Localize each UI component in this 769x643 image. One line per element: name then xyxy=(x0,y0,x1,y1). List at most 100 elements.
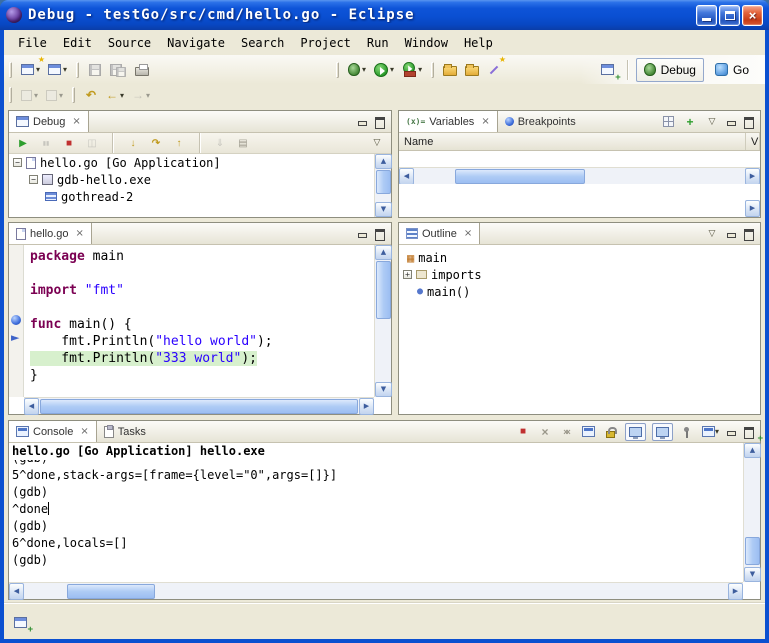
toolbar-drag-handle[interactable] xyxy=(9,62,12,78)
save-all-button[interactable] xyxy=(106,58,131,82)
maximize-view-icon[interactable] xyxy=(743,427,754,437)
show-stderr-button[interactable] xyxy=(652,423,673,441)
tree-row[interactable]: ▦ main xyxy=(399,249,760,266)
outline-tree[interactable]: ▦ main + imports ● main() xyxy=(399,245,760,414)
minimize-view-icon[interactable] xyxy=(726,427,737,437)
pin-console-button[interactable] xyxy=(679,423,695,441)
menu-project[interactable]: Project xyxy=(292,32,359,54)
external-tools-button[interactable]: ▾ xyxy=(398,58,426,82)
new-launch-button[interactable]: ▾ xyxy=(44,58,71,82)
menu-source[interactable]: Source xyxy=(100,32,159,54)
tab-hello-go[interactable]: hello.go × xyxy=(9,223,92,244)
disconnect-button[interactable]: ◫ xyxy=(84,134,100,152)
close-tab-icon[interactable]: × xyxy=(72,116,80,127)
collapse-expander-icon[interactable]: − xyxy=(29,175,38,184)
minimize-button[interactable] xyxy=(696,5,717,26)
open-perspective-button[interactable]: + xyxy=(597,58,619,82)
clear-console-button[interactable] xyxy=(581,423,597,441)
menu-window[interactable]: Window xyxy=(397,32,456,54)
console-hscrollbar[interactable]: ◀ ▶ xyxy=(9,582,743,599)
save-button[interactable] xyxy=(84,58,106,82)
outline-view-menu-button[interactable]: ▽ xyxy=(704,225,720,243)
tree-row[interactable]: + imports xyxy=(399,266,760,283)
previous-annotation-button[interactable]: ▾ xyxy=(42,83,67,107)
remove-all-launches-button[interactable]: ×× xyxy=(559,423,575,441)
import-button[interactable] xyxy=(461,58,483,82)
search-button[interactable]: ★ xyxy=(483,58,505,82)
remove-launch-button[interactable]: × xyxy=(537,423,553,441)
resume-button[interactable]: ▶ xyxy=(15,134,31,152)
scrollbar-thumb[interactable] xyxy=(67,584,155,599)
scroll-left-button[interactable]: ◀ xyxy=(24,398,39,415)
console-vscrollbar[interactable]: ▲ ▼ xyxy=(743,443,760,582)
menu-navigate[interactable]: Navigate xyxy=(159,32,233,54)
step-return-button[interactable]: ↑ xyxy=(171,134,187,152)
perspective-debug-button[interactable]: Debug xyxy=(636,58,704,82)
maximize-button[interactable] xyxy=(719,5,740,26)
maximize-view-icon[interactable] xyxy=(743,117,754,127)
tab-tasks[interactable]: Tasks xyxy=(97,421,153,442)
next-annotation-button[interactable]: ▾ xyxy=(17,83,42,107)
scrollbar-thumb[interactable] xyxy=(40,399,358,414)
tree-row[interactable]: gothread-2 xyxy=(9,188,374,205)
terminate-button[interactable]: ■ xyxy=(61,134,77,152)
minimize-view-icon[interactable] xyxy=(726,117,737,127)
tree-row[interactable]: ● main() xyxy=(399,283,760,300)
menu-run[interactable]: Run xyxy=(359,32,397,54)
scroll-down-button[interactable]: ▼ xyxy=(744,567,761,582)
tab-debug[interactable]: Debug × xyxy=(9,111,89,132)
fast-view-button[interactable]: + xyxy=(9,610,31,634)
scroll-down-button[interactable]: ▼ xyxy=(375,202,392,217)
show-stdout-button[interactable] xyxy=(625,423,646,441)
back-button[interactable]: ← ▾ xyxy=(102,83,128,107)
close-tab-icon[interactable]: × xyxy=(481,116,489,127)
terminate-console-button[interactable]: ■ xyxy=(515,423,531,441)
titlebar[interactable]: Debug - testGo/src/cmd/hello.go - Eclips… xyxy=(0,0,769,30)
close-button[interactable]: × xyxy=(742,5,763,26)
tab-breakpoints[interactable]: Breakpoints xyxy=(498,111,583,132)
editor-hscrollbar[interactable]: ◀ ▶ xyxy=(24,397,374,414)
menu-file[interactable]: File xyxy=(10,32,55,54)
toolbar-drag-handle[interactable] xyxy=(76,62,79,78)
scroll-right-button[interactable]: ▶ xyxy=(728,583,743,600)
open-console-button[interactable]: + ▾ xyxy=(701,423,720,441)
scroll-right-button[interactable]: ▶ xyxy=(745,168,760,185)
column-name[interactable]: Name xyxy=(399,133,746,150)
perspective-go-button[interactable]: Go xyxy=(707,58,757,82)
scroll-up-button[interactable]: ▲ xyxy=(375,154,392,169)
toolbar-drag-handle[interactable] xyxy=(9,87,12,103)
toolbar-drag-handle[interactable] xyxy=(336,62,339,78)
variables-table[interactable] xyxy=(399,151,760,167)
menu-edit[interactable]: Edit xyxy=(55,32,100,54)
tab-variables[interactable]: (x)= Variables × xyxy=(399,111,498,132)
drop-to-frame-button[interactable]: ⇓ xyxy=(212,134,228,152)
debug-launch-button[interactable]: ▾ xyxy=(344,58,370,82)
minimize-view-icon[interactable] xyxy=(357,117,368,127)
new-wizard-button[interactable]: ★ ▾ xyxy=(17,58,44,82)
debug-tree-scrollbar[interactable]: ▲ ▼ xyxy=(374,154,391,217)
add-watch-button[interactable]: + xyxy=(682,113,698,131)
maximize-view-icon[interactable] xyxy=(374,117,385,127)
tab-console[interactable]: Console × xyxy=(9,421,97,442)
tree-row[interactable]: − gdb-hello.exe xyxy=(9,171,374,188)
editor-breakpoint-margin[interactable]: ► xyxy=(9,245,24,397)
variables-hscrollbar[interactable]: ◀ ▶ xyxy=(399,167,760,184)
maximize-view-icon[interactable] xyxy=(743,229,754,239)
minimize-view-icon[interactable] xyxy=(726,229,737,239)
expand-expander-icon[interactable]: + xyxy=(403,270,412,279)
use-step-filters-button[interactable]: ▤ xyxy=(235,134,251,152)
debug-tree[interactable]: − hello.go [Go Application] − gdb-hello.… xyxy=(9,154,374,217)
toolbar-drag-handle[interactable] xyxy=(431,62,434,78)
detail-scroll-right-button[interactable]: ▶ xyxy=(745,200,760,217)
scrollbar-thumb[interactable] xyxy=(376,170,391,194)
scrollbar-thumb[interactable] xyxy=(455,169,585,184)
show-type-names-button[interactable] xyxy=(660,113,676,131)
editor-vscrollbar[interactable]: ▲ ▼ xyxy=(374,245,391,397)
breakpoint-icon[interactable] xyxy=(11,315,21,325)
maximize-view-icon[interactable] xyxy=(374,229,385,239)
run-launch-button[interactable]: ▾ xyxy=(370,58,398,82)
scroll-right-button[interactable]: ▶ xyxy=(359,398,374,415)
scroll-up-button[interactable]: ▲ xyxy=(375,245,392,260)
suspend-button[interactable]: ▮▮ xyxy=(38,134,54,152)
column-value[interactable]: V xyxy=(746,133,760,150)
